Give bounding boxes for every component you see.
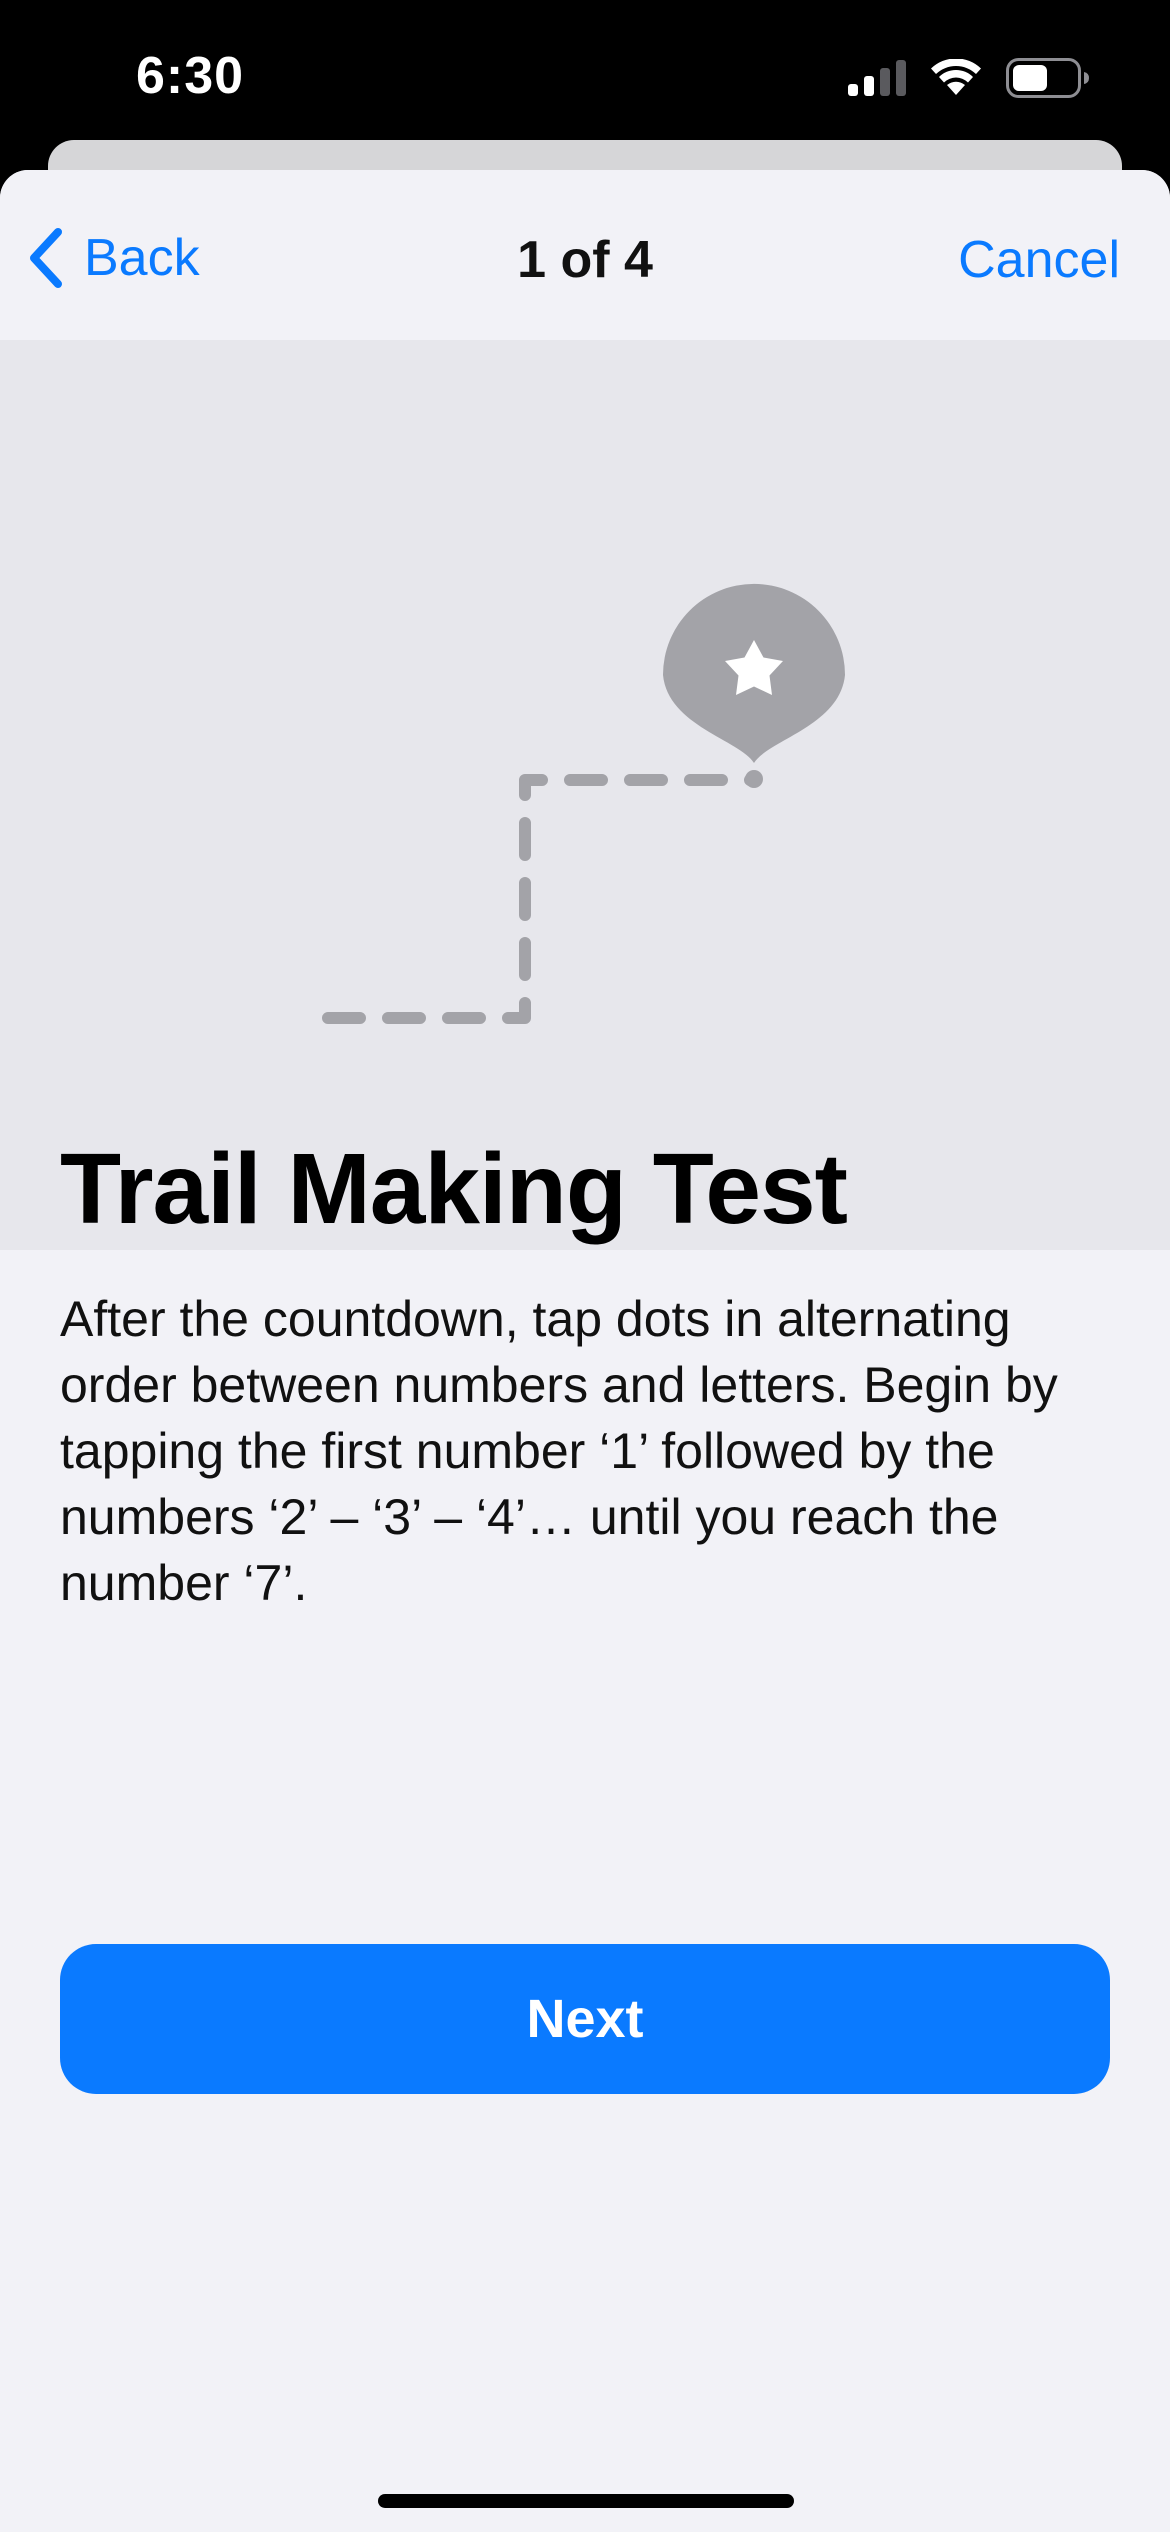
dashed-trail-path <box>322 774 758 1024</box>
battery-icon <box>1006 58 1089 98</box>
trail-path-graphic <box>322 583 846 1024</box>
trail-illustration <box>0 340 1170 1250</box>
back-button[interactable]: Back <box>24 218 200 298</box>
cancel-button[interactable]: Cancel <box>958 230 1120 290</box>
cellular-signal-icon <box>848 60 906 96</box>
navigation-bar: Back 1 of 4 Cancel <box>0 170 1170 340</box>
status-bar: 6:30 <box>0 0 1170 140</box>
wifi-icon <box>931 59 981 95</box>
page-title: Trail Making Test <box>60 1133 848 1245</box>
next-button[interactable]: Next <box>60 1944 1110 2094</box>
trail-end-dot <box>745 770 763 788</box>
screen: 6:30 Back 1 of 4 Cancel Trail Making Tes… <box>0 0 1170 2532</box>
chevron-left-icon <box>30 228 62 288</box>
instructions-text: After the countdown, tap dots in alterna… <box>60 1291 1058 1611</box>
back-label: Back <box>84 229 200 287</box>
status-icons <box>848 56 1090 100</box>
home-indicator <box>378 2494 794 2508</box>
status-time: 6:30 <box>136 47 245 105</box>
